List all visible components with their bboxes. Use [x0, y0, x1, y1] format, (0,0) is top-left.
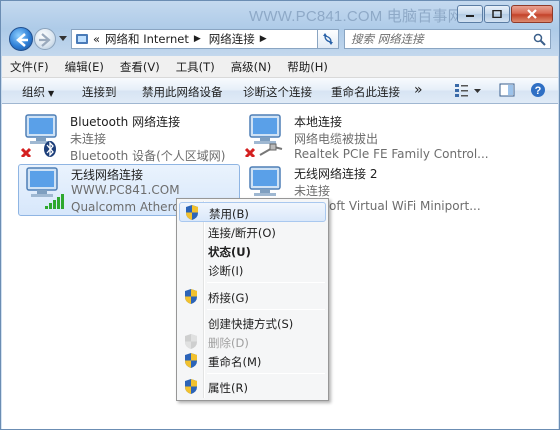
search-placeholder: 搜索 网络连接: [351, 32, 424, 46]
disable-device-button[interactable]: 禁用此网络设备: [142, 84, 223, 100]
svg-text:?: ?: [535, 85, 542, 97]
menu-item-create-shortcut[interactable]: 创建快捷方式(S): [179, 313, 326, 333]
view-options-icon: [455, 84, 481, 97]
menu-separator: [207, 282, 325, 283]
connection-name: 无线网络连接 2: [294, 167, 378, 181]
back-button[interactable]: [9, 27, 33, 51]
minimize-button[interactable]: [457, 5, 483, 23]
connection-device: oft Virtual WiFi Miniport...: [329, 199, 481, 213]
menu-item-bridge[interactable]: 桥接(G): [179, 287, 326, 307]
preview-pane-button[interactable]: [499, 82, 515, 101]
menu-item-rename[interactable]: 重命名(M): [179, 351, 326, 371]
connection-name: Bluetooth 网络连接: [70, 115, 181, 129]
connection-name: 本地连接: [294, 115, 343, 129]
connection-item-local[interactable]: 本地连接 网络电缆被拔出 Realtek PCIe FE Family Cont…: [244, 113, 544, 163]
organize-label: 组织: [22, 85, 45, 99]
minimize-icon: [466, 15, 474, 17]
forward-button[interactable]: [34, 28, 56, 50]
context-menu: 禁用(B) 连接/断开(O) 状态(U) 诊断(I) 桥接(G) 创建快捷方式(…: [176, 198, 329, 401]
wireless-adapter-icon: [26, 167, 64, 209]
menu-item-label: 删除(D): [208, 336, 249, 350]
preview-pane-icon: [499, 83, 515, 97]
change-view-button[interactable]: [454, 82, 484, 101]
menu-item-label: 禁用(B): [209, 207, 249, 221]
connection-item-bluetooth[interactable]: Bluetooth 网络连接 未连接 Bluetooth 设备(个人区域网): [20, 113, 235, 163]
menu-item-diagnose[interactable]: 诊断(I): [179, 260, 326, 280]
back-arrow-icon: [16, 33, 28, 47]
connection-name: 无线网络连接: [71, 168, 144, 182]
caption-buttons: [457, 5, 553, 23]
dropdown-arrow-icon: ▼: [48, 89, 55, 98]
menu-edit[interactable]: 编辑(E): [65, 59, 104, 75]
menu-tools[interactable]: 工具(T): [176, 59, 215, 75]
forward-arrow-icon: [39, 33, 51, 47]
uac-shield-icon: [185, 379, 197, 394]
breadcrumb-separator-icon[interactable]: ▶: [260, 34, 267, 44]
menu-item-label: 桥接(G): [208, 291, 249, 305]
network-adapter-icon: [244, 114, 283, 157]
menu-file[interactable]: 文件(F): [10, 59, 49, 75]
connect-to-button[interactable]: 连接到: [82, 84, 117, 100]
menu-help[interactable]: 帮助(H): [287, 59, 328, 75]
close-icon: [527, 9, 537, 19]
more-commands-button[interactable]: »: [414, 82, 423, 98]
connection-status: WWW.PC841.COM: [71, 183, 180, 197]
breadcrumb-network-internet[interactable]: 网络和 Internet: [105, 31, 189, 47]
uac-shield-icon: [185, 334, 197, 349]
close-button[interactable]: [511, 5, 553, 23]
command-bar: 组织 ▼ 连接到 禁用此网络设备 诊断这个连接 重命名此连接 » ?: [2, 78, 558, 104]
connection-status: 未连接: [294, 184, 331, 198]
menu-view[interactable]: 查看(V): [120, 59, 160, 75]
menu-item-label: 属性(R): [208, 381, 248, 395]
breadcrumb-separator-icon[interactable]: ▶: [194, 34, 201, 44]
uac-shield-icon: [186, 205, 198, 220]
network-adapter-icon: [20, 114, 57, 157]
connection-device: Bluetooth 设备(个人区域网): [70, 149, 226, 163]
address-prefix[interactable]: «: [93, 32, 100, 46]
maximize-icon: [492, 10, 502, 18]
menu-bar: 文件(F) 编辑(E) 查看(V) 工具(T) 高级(N) 帮助(H): [2, 56, 558, 78]
help-icon: ?: [531, 83, 545, 97]
menu-item-label: 状态(U): [208, 245, 251, 259]
connection-status: 未连接: [70, 132, 107, 146]
uac-shield-icon: [185, 289, 197, 304]
refresh-button[interactable]: [317, 29, 339, 49]
recent-pages-chevron-icon[interactable]: [59, 36, 67, 42]
menu-separator: [207, 309, 325, 310]
menu-item-delete: 删除(D): [179, 332, 326, 352]
maximize-button[interactable]: [484, 5, 510, 23]
connection-device: Realtek PCIe FE Family Control...: [294, 147, 489, 161]
uac-shield-icon: [185, 353, 197, 368]
menu-item-label: 连接/断开(O): [208, 226, 276, 240]
organize-button[interactable]: 组织 ▼: [22, 84, 54, 100]
control-panel-icon: [76, 34, 88, 44]
menu-item-label: 创建快捷方式(S): [208, 317, 294, 331]
menu-item-connect-disconnect[interactable]: 连接/断开(O): [179, 222, 326, 242]
watermark-text: WWW.PC841.COM 电脑百事网: [249, 8, 463, 25]
menu-item-properties[interactable]: 属性(R): [179, 377, 326, 397]
menu-advanced[interactable]: 高级(N): [231, 59, 272, 75]
menu-item-disable[interactable]: 禁用(B): [179, 202, 326, 222]
menu-item-label: 诊断(I): [208, 264, 244, 278]
menu-item-label: 重命名(M): [208, 355, 262, 369]
menu-separator: [207, 373, 325, 374]
help-button[interactable]: ?: [530, 82, 546, 101]
menu-item-status[interactable]: 状态(U): [179, 241, 326, 261]
breadcrumb-network-connections[interactable]: 网络连接: [209, 31, 255, 47]
network-connections-window: WWW.PC841.COM 电脑百事网 « 网络和 Internet ▶ 网络连…: [0, 0, 560, 430]
rename-button[interactable]: 重命名此连接: [331, 84, 400, 100]
refresh-icon: [323, 33, 333, 45]
diagnose-button[interactable]: 诊断这个连接: [243, 84, 312, 100]
search-box[interactable]: 搜索 网络连接: [344, 29, 551, 49]
connection-status: 网络电缆被拔出: [294, 132, 379, 146]
search-icon[interactable]: [533, 33, 546, 46]
address-bar[interactable]: « 网络和 Internet ▶ 网络连接 ▶: [71, 29, 339, 49]
